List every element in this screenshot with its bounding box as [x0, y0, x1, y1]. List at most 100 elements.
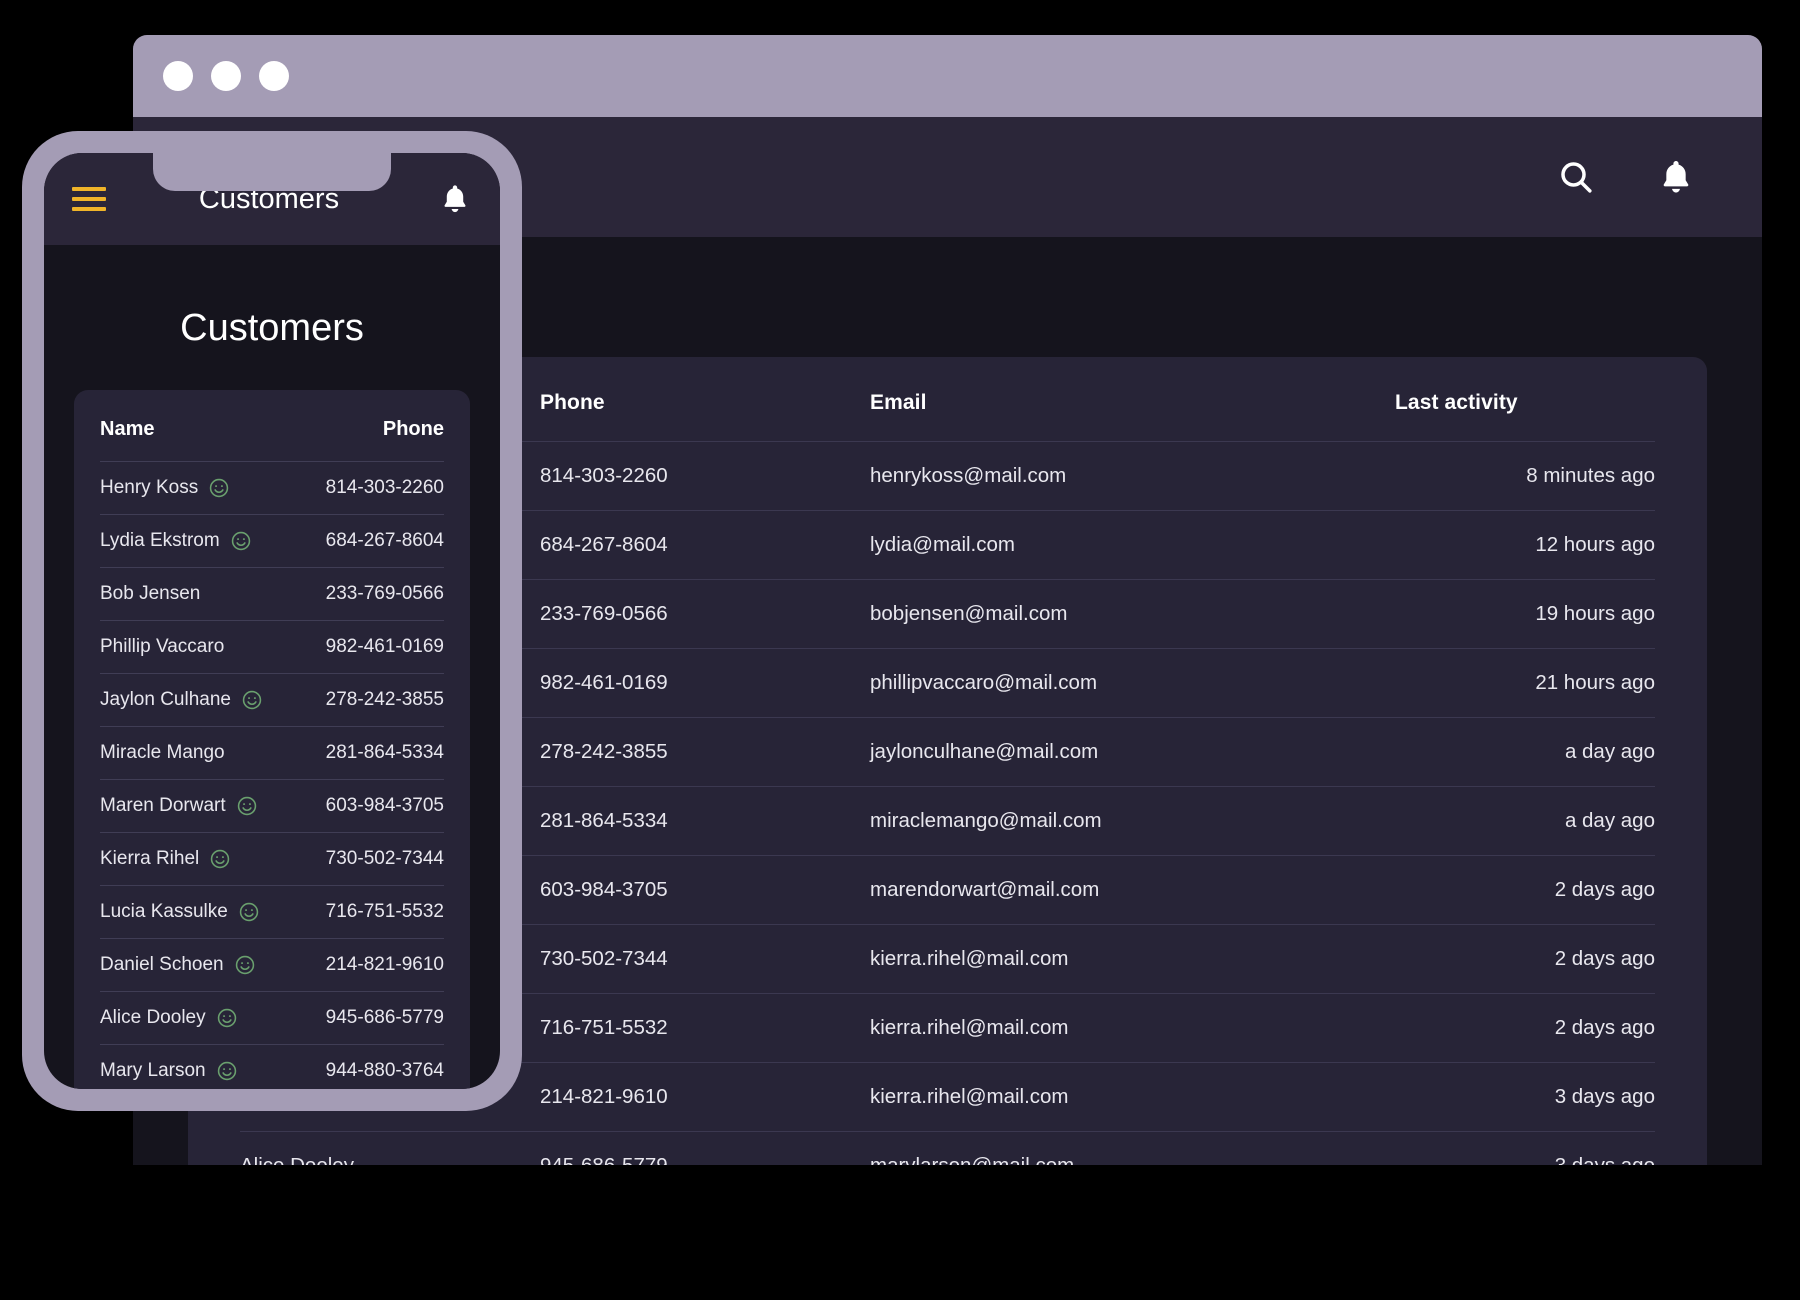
cell-email: henrykoss@mail.com — [870, 442, 1395, 511]
phone-table-row[interactable]: Lydia Ekstrom684-267-8604 — [100, 515, 444, 568]
bell-icon[interactable] — [1654, 155, 1698, 199]
phone-table-row[interactable]: Lucia Kassulke 716-751-5532 — [100, 886, 444, 939]
minimize-dot[interactable] — [211, 61, 241, 91]
bell-icon[interactable] — [438, 182, 472, 216]
cell-email: jaylonculhane@mail.com — [870, 718, 1395, 787]
smiley-face-icon — [241, 689, 263, 711]
phone-col-header-phone[interactable]: Phone — [272, 390, 444, 462]
cell-email: kierra.rihel@mail.com — [870, 1063, 1395, 1132]
phone-cell-phone: 716-751-5532 — [272, 886, 444, 939]
cell-last-activity: 2 days ago — [1395, 994, 1655, 1063]
phone-cell-name: Jaylon Culhane — [100, 674, 272, 727]
phone-table-row[interactable]: Jaylon Culhane 278-242-3855 — [100, 674, 444, 727]
phone-cell-phone: 945-686-5779 — [272, 992, 444, 1045]
smiley-face-icon — [230, 530, 252, 552]
col-header-email[interactable]: Email — [870, 357, 1395, 442]
cell-last-activity: 3 days ago — [1395, 1132, 1655, 1166]
phone-cell-name: Phillip Vaccaro — [100, 621, 272, 674]
cell-email: bobjensen@mail.com — [870, 580, 1395, 649]
cell-last-activity: 19 hours ago — [1395, 580, 1655, 649]
phone-cell-name: Lydia Ekstrom — [100, 515, 272, 568]
phone-cell-name-label: Kierra Rihel — [100, 848, 199, 870]
cell-last-activity: 3 days ago — [1395, 1063, 1655, 1132]
cell-last-activity: 2 days ago — [1395, 925, 1655, 994]
cell-phone: 716-751-5532 — [540, 994, 870, 1063]
phone-cell-name: Maren Dorwart — [100, 780, 272, 833]
phone-cell-name-label: Lucia Kassulke — [100, 901, 228, 923]
smiley-face-icon — [236, 795, 258, 817]
cell-phone: 814-303-2260 — [540, 442, 870, 511]
phone-table-row[interactable]: Phillip Vaccaro 982-461-0169 — [100, 621, 444, 674]
cell-phone: 982-461-0169 — [540, 649, 870, 718]
cell-email: miraclemango@mail.com — [870, 787, 1395, 856]
cell-email: marendorwart@mail.com — [870, 856, 1395, 925]
phone-cell-name: Lucia Kassulke — [100, 886, 272, 939]
cell-phone: 214-821-9610 — [540, 1063, 870, 1132]
smiley-face-icon — [208, 477, 230, 499]
phone-col-header-name[interactable]: Name — [100, 390, 272, 462]
smiley-face-icon — [234, 954, 256, 976]
phone-cell-phone: 281-864-5334 — [272, 727, 444, 780]
phone-table-row[interactable]: Alice Dooley 945-686-5779 — [100, 992, 444, 1045]
cell-email: lydia@mail.com — [870, 511, 1395, 580]
cell-phone: 233-769-0566 — [540, 580, 870, 649]
phone-table-row[interactable]: Mary Larson944-880-3764 — [100, 1045, 444, 1090]
cell-name: Alice Dooley — [240, 1132, 540, 1166]
browser-titlebar — [133, 35, 1762, 117]
phone-page-body: Customers Name Phone Henry Koss 814-303-2… — [44, 307, 500, 1089]
phone-table-row[interactable]: Bob Jensen 233-769-0566 — [100, 568, 444, 621]
cell-last-activity: a day ago — [1395, 787, 1655, 856]
phone-table-row[interactable]: Maren Dorwart603-984-3705 — [100, 780, 444, 833]
phone-table-row[interactable]: Kierra Rihel 730-502-7344 — [100, 833, 444, 886]
maximize-dot[interactable] — [259, 61, 289, 91]
phone-cell-phone: 730-502-7344 — [272, 833, 444, 886]
cell-last-activity: 12 hours ago — [1395, 511, 1655, 580]
cell-email: kierra.rihel@mail.com — [870, 925, 1395, 994]
phone-cell-name-label: Miracle Mango — [100, 742, 225, 764]
phone-cell-name: Kierra Rihel — [100, 833, 272, 886]
cell-last-activity: a day ago — [1395, 718, 1655, 787]
phone-table-row[interactable]: Henry Koss 814-303-2260 — [100, 462, 444, 515]
phone-customers-table: Name Phone Henry Koss 814-303-2260Lydia E… — [100, 390, 444, 1089]
cell-email: phillipvaccaro@mail.com — [870, 649, 1395, 718]
cell-phone: 281-864-5334 — [540, 787, 870, 856]
phone-cell-name-label: Alice Dooley — [100, 1007, 206, 1029]
cell-phone: 603-984-3705 — [540, 856, 870, 925]
phone-cell-phone: 814-303-2260 — [272, 462, 444, 515]
smiley-face-icon — [238, 901, 260, 923]
cell-phone: 684-267-8604 — [540, 511, 870, 580]
cell-phone: 730-502-7344 — [540, 925, 870, 994]
smiley-face-icon — [216, 1060, 238, 1082]
cell-email: marylarson@mail.com — [870, 1132, 1395, 1166]
smiley-face-icon — [216, 1007, 238, 1029]
cell-phone: 278-242-3855 — [540, 718, 870, 787]
cell-last-activity: 2 days ago — [1395, 856, 1655, 925]
search-icon[interactable] — [1554, 155, 1598, 199]
phone-table-row[interactable]: Miracle Mango 281-864-5334 — [100, 727, 444, 780]
smiley-face-icon — [209, 848, 231, 870]
phone-cell-name-label: Phillip Vaccaro — [100, 636, 224, 658]
phone-customers-card: Name Phone Henry Koss 814-303-2260Lydia E… — [74, 390, 470, 1089]
phone-cell-name: Alice Dooley — [100, 992, 272, 1045]
phone-cell-phone: 684-267-8604 — [272, 515, 444, 568]
phone-cell-phone: 278-242-3855 — [272, 674, 444, 727]
phone-notch — [153, 153, 391, 191]
phone-cell-phone: 233-769-0566 — [272, 568, 444, 621]
close-dot[interactable] — [163, 61, 193, 91]
col-header-last-activity[interactable]: Last activity — [1395, 357, 1655, 442]
phone-cell-name-label: Daniel Schoen — [100, 954, 224, 976]
phone-cell-name: Henry Koss — [100, 462, 272, 515]
table-row[interactable]: Alice Dooley945-686-5779marylarson@mail.… — [240, 1132, 1655, 1166]
col-header-phone[interactable]: Phone — [540, 357, 870, 442]
phone-cell-name-label: Bob Jensen — [100, 583, 200, 605]
cell-phone: 945-686-5779 — [540, 1132, 870, 1166]
phone-cell-name-label: Henry Koss — [100, 477, 198, 499]
phone-cell-name-label: Jaylon Culhane — [100, 689, 231, 711]
page-title: Customers — [74, 307, 470, 350]
phone-table-row[interactable]: Daniel Schoen 214-821-9610 — [100, 939, 444, 992]
phone-cell-phone: 982-461-0169 — [272, 621, 444, 674]
cell-last-activity: 21 hours ago — [1395, 649, 1655, 718]
phone-cell-name-label: Mary Larson — [100, 1060, 206, 1082]
phone-cell-name: Bob Jensen — [100, 568, 272, 621]
phone-cell-phone: 214-821-9610 — [272, 939, 444, 992]
